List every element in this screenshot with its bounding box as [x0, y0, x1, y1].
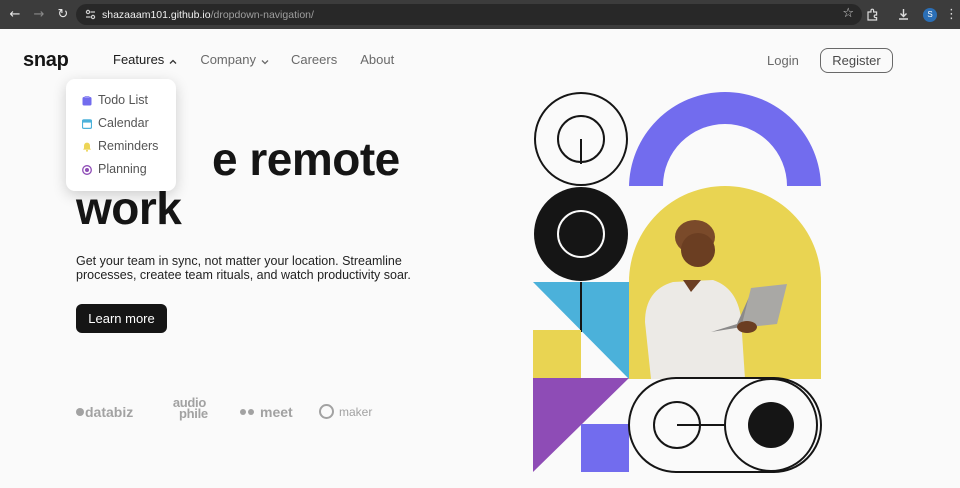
hero-title-line2: work: [76, 182, 182, 234]
purple-arch: [629, 92, 821, 188]
meet-logo: meet: [240, 404, 293, 420]
url-host: shazaaam101.github.io: [102, 8, 211, 21]
chevron-up-icon: [168, 55, 178, 65]
address-bar[interactable]: shazaaam101.github.io/dropdown-navigatio…: [76, 4, 862, 25]
planning-icon: [82, 164, 92, 175]
maker-mark-icon: [319, 404, 334, 419]
todo-icon: [82, 95, 92, 106]
profile-avatar[interactable]: S: [923, 7, 937, 22]
purple-square: [581, 424, 629, 472]
audiophile-logo: audio phile: [171, 396, 208, 420]
dropdown-item-todo-label: Todo List: [98, 93, 149, 107]
calendar-icon: [81, 118, 93, 130]
dropdown-item-reminders-label: Reminders: [98, 139, 159, 153]
url-path: /dropdown-navigation/: [210, 8, 314, 21]
nav-careers[interactable]: Careers: [291, 52, 337, 67]
yellow-square: [533, 330, 581, 378]
back-icon[interactable]: ←: [5, 5, 25, 25]
logo[interactable]: snap: [23, 49, 69, 72]
site-info-icon[interactable]: [82, 7, 98, 23]
nav-about[interactable]: About: [360, 52, 394, 67]
login-link[interactable]: Login: [767, 53, 799, 68]
nav-company[interactable]: Company: [200, 52, 270, 67]
nav-company-label: Company: [200, 52, 256, 67]
meet-logo-text: meet: [260, 404, 293, 420]
forward-icon[interactable]: →: [29, 5, 49, 25]
black-circle-shape: [534, 187, 628, 281]
main-nav: Features Company Careers About: [113, 52, 394, 67]
browser-toolbar: ← → ↻ shazaaam101.github.io/dropdown-nav…: [0, 0, 960, 29]
dropdown-item-todo[interactable]: Todo List: [82, 92, 148, 108]
databiz-logo-text: databiz: [85, 404, 134, 420]
nav-features-label: Features: [113, 52, 165, 67]
dropdown-item-calendar[interactable]: Calendar: [81, 115, 149, 131]
hero-description: Get your team in sync, not matter your l…: [76, 254, 411, 282]
menu-kebab-icon[interactable]: ⋮: [945, 7, 958, 22]
dropdown-item-planning-label: Planning: [98, 162, 147, 176]
dropdown-item-reminders[interactable]: Reminders: [82, 138, 158, 154]
bottom-capsule-shape: [628, 377, 822, 473]
bell-icon: [82, 141, 92, 152]
dropdown-item-calendar-label: Calendar: [98, 116, 149, 130]
top-ring-shape: [534, 92, 628, 186]
hero-illustration: [533, 92, 822, 473]
reload-icon[interactable]: ↻: [53, 5, 73, 25]
maker-logo-text: maker: [339, 404, 373, 419]
register-button[interactable]: Register: [820, 48, 893, 73]
features-dropdown: Todo List Calendar Reminders Planning: [66, 79, 176, 191]
learn-more-button[interactable]: Learn more: [76, 304, 167, 333]
nav-features[interactable]: Features: [113, 52, 178, 67]
chevron-down-icon: [260, 55, 270, 65]
person-photo: [629, 186, 821, 379]
extensions-icon[interactable]: [861, 4, 883, 26]
bookmark-star-icon[interactable]: ☆: [842, 6, 854, 21]
databiz-logo: databiz: [76, 404, 133, 420]
dropdown-item-planning[interactable]: Planning: [82, 161, 147, 177]
download-icon[interactable]: [892, 4, 914, 26]
maker-logo: maker: [319, 404, 372, 419]
